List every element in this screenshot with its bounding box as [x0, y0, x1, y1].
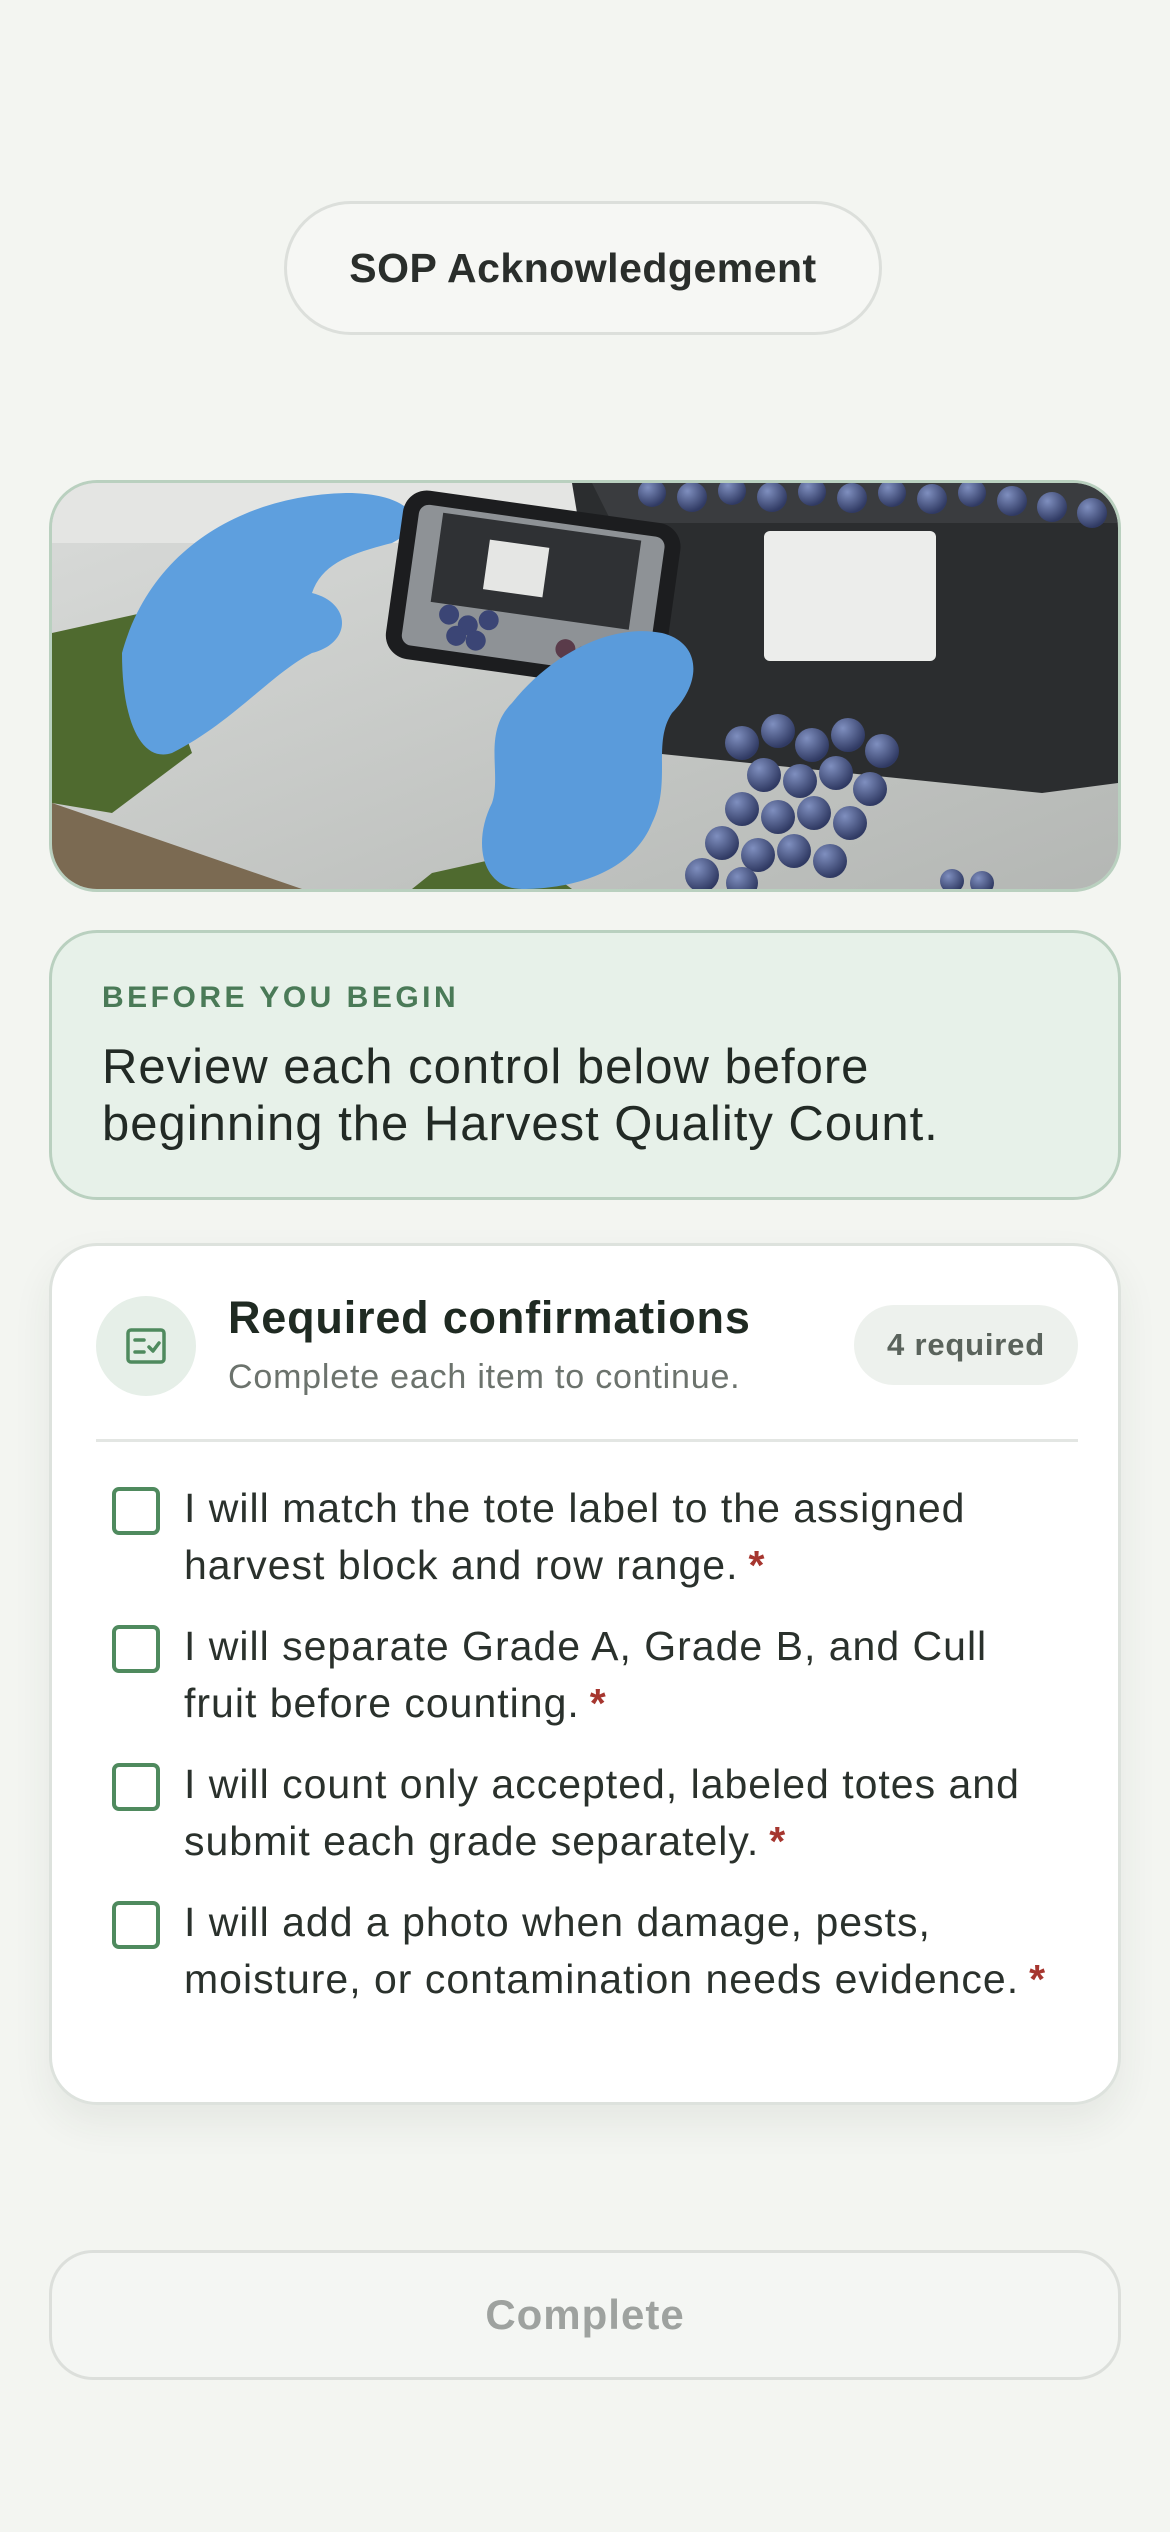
intro-text: Review each control below before beginni… [102, 1040, 939, 1151]
divider [96, 1439, 1078, 1442]
confirmations-title: Required confirmations [228, 1292, 751, 1343]
confirmation-item-separate-grades[interactable]: I will separate Grade A, Grade B, and Cu… [112, 1623, 1072, 1732]
checklist-icon [96, 1296, 196, 1396]
confirmations-subtitle: Complete each item to continue. [228, 1358, 741, 1396]
intro-eyebrow: BEFORE YOU BEGIN [102, 981, 460, 1014]
confirmation-item-count-accepted[interactable]: I will count only accepted, labeled tote… [112, 1761, 1072, 1870]
checkbox[interactable] [112, 1901, 160, 1949]
required-asterisk: * [769, 1818, 787, 1864]
checkbox[interactable] [112, 1763, 160, 1811]
confirmations-card: Required confirmations Complete each ite… [49, 1243, 1121, 2105]
confirmation-label: I will count only accepted, labeled tote… [184, 1761, 1020, 1864]
page-title: SOP Acknowledgement [284, 201, 882, 335]
hero-image [49, 480, 1121, 892]
complete-button[interactable]: Complete [49, 2250, 1121, 2380]
confirmation-item-add-photo[interactable]: I will add a photo when damage, pests, m… [112, 1899, 1072, 2008]
checkbox[interactable] [112, 1625, 160, 1673]
confirmation-item-tote-label[interactable]: I will match the tote label to the assig… [112, 1485, 1072, 1594]
hero-photo [52, 483, 1118, 889]
required-count-badge: 4 required [854, 1305, 1078, 1385]
confirmation-label: I will separate Grade A, Grade B, and Cu… [184, 1623, 988, 1726]
intro-panel: BEFORE YOU BEGIN Review each control bel… [49, 930, 1121, 1200]
checkbox[interactable] [112, 1487, 160, 1535]
confirmation-label: I will match the tote label to the assig… [184, 1485, 966, 1588]
required-asterisk: * [1029, 1956, 1047, 2002]
required-asterisk: * [589, 1680, 607, 1726]
required-asterisk: * [748, 1542, 766, 1588]
confirmation-label: I will add a photo when damage, pests, m… [184, 1899, 1047, 2002]
